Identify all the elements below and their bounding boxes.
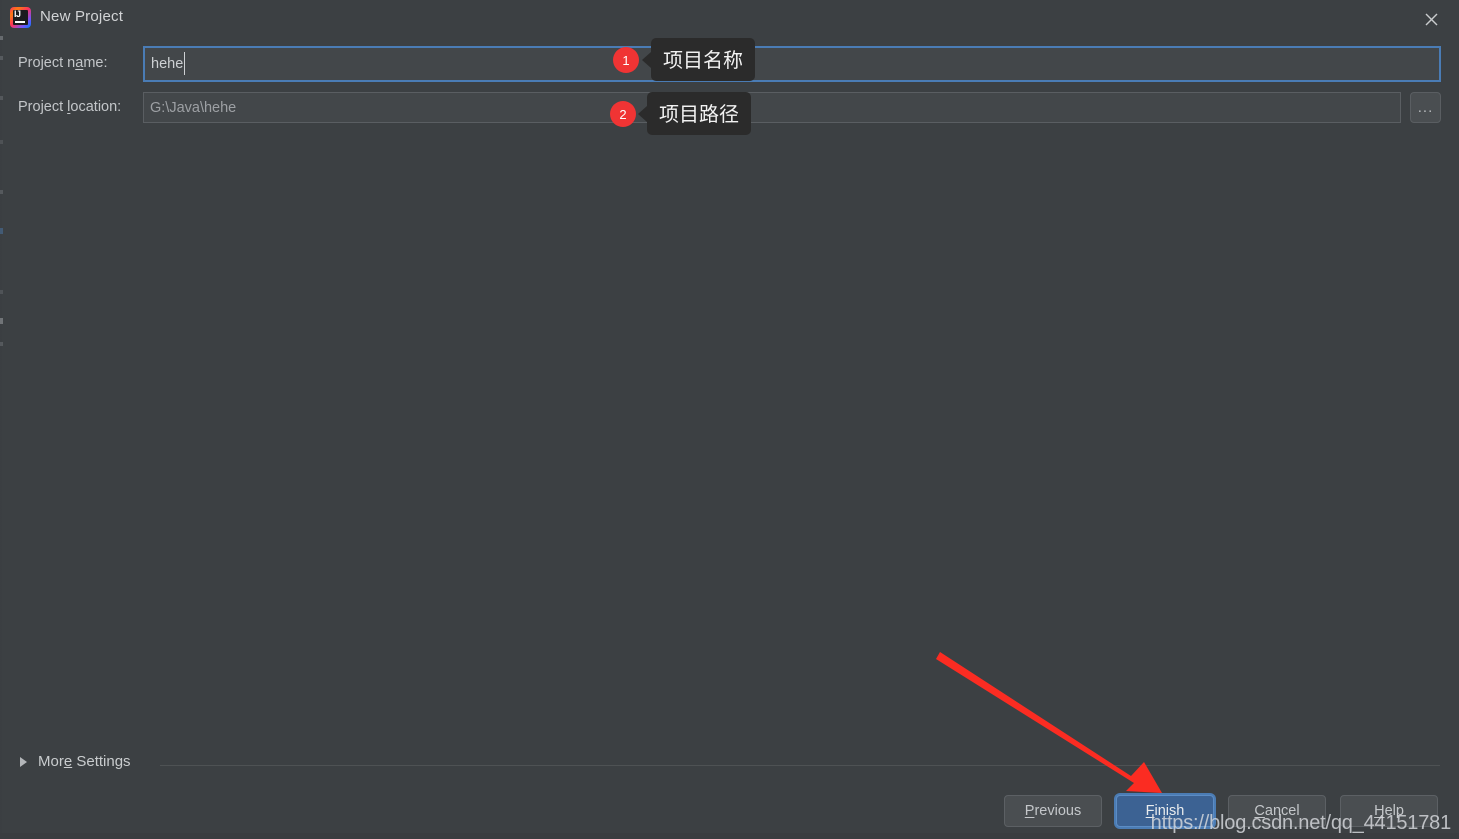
more-settings-divider bbox=[160, 765, 1440, 766]
name-label-suffix: me: bbox=[83, 55, 108, 71]
close-button[interactable] bbox=[1413, 4, 1449, 34]
previous-mnemonic: P bbox=[1024, 803, 1035, 819]
more-settings-toggle[interactable]: More Settings bbox=[20, 753, 131, 770]
new-project-dialog: New Project Project name: Project locati… bbox=[0, 0, 1459, 839]
close-icon bbox=[1425, 13, 1437, 25]
project-name-input[interactable] bbox=[143, 46, 1441, 82]
name-label-prefix: Project n bbox=[18, 55, 76, 71]
project-name-label: Project name: bbox=[18, 55, 107, 71]
title-bar: New Project bbox=[0, 0, 1459, 38]
triangle-right-icon bbox=[20, 756, 27, 767]
more-settings-label: More Settings bbox=[38, 753, 131, 770]
watermark-text: https://blog.csdn.net/qq_44151781 bbox=[1150, 812, 1452, 834]
project-location-label: Project location: bbox=[18, 99, 121, 115]
loc-label-suffix: ocation: bbox=[70, 99, 122, 115]
annotation-tooltip-2: 项目路径 bbox=[638, 92, 751, 135]
project-location-input[interactable] bbox=[143, 92, 1401, 123]
annotation-badge-1: 1 bbox=[613, 47, 639, 73]
more-label-suffix: Settings bbox=[72, 753, 131, 770]
annotation-tooltip-1: 项目名称 bbox=[642, 38, 755, 81]
previous-button[interactable]: Previous bbox=[1004, 795, 1102, 827]
previous-label: revious bbox=[1034, 803, 1082, 819]
intellij-idea-icon bbox=[10, 7, 31, 28]
browse-location-button[interactable]: ... bbox=[1410, 92, 1441, 123]
ellipsis-icon: ... bbox=[1417, 98, 1434, 116]
loc-label-prefix: Project bbox=[18, 99, 68, 115]
text-caret bbox=[184, 52, 185, 75]
more-label-mnemonic: e bbox=[63, 753, 73, 770]
window-edge-artifacts bbox=[0, 0, 3, 839]
annotation-badge-2: 2 bbox=[610, 101, 636, 127]
more-label-prefix: Mor bbox=[38, 753, 64, 770]
window-title: New Project bbox=[40, 8, 124, 25]
